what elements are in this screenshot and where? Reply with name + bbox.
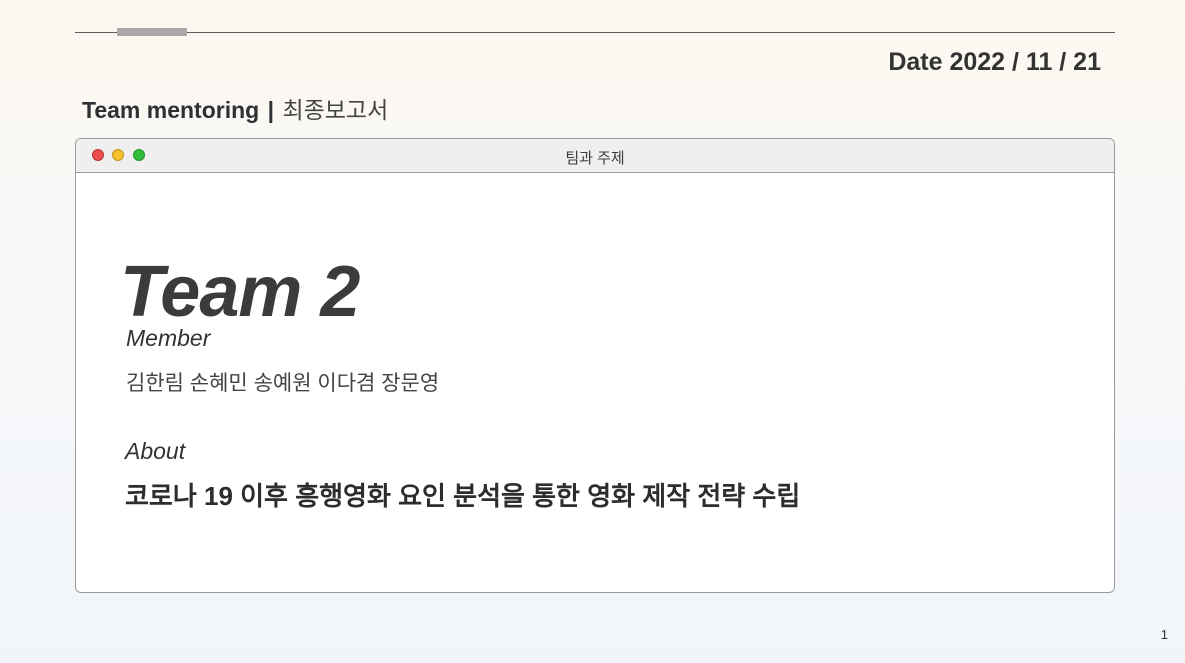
about-label: About [125, 438, 186, 464]
report-title: Team mentoring | 최종보고서 [82, 91, 388, 125]
report-date: Date 2022 / 11 / 21 [888, 48, 1101, 76]
page-number: 1 [1160, 627, 1168, 642]
member-names: 김한림 손혜민 송예원 이다겸 장문영 [126, 372, 440, 395]
report-title-separator: | [267, 97, 275, 123]
report-title-main: Team mentoring [82, 97, 260, 123]
window-title: 팀과 주제 [565, 150, 625, 167]
team-topic-window: 팀과 주제 Team 2 Member 김한림 손혜민 송예원 이다겸 장문영 … [75, 138, 1115, 593]
window-titlebar: 팀과 주제 [76, 139, 1114, 173]
team-name: Team 2 [120, 252, 360, 332]
header-divider-accent [117, 28, 187, 36]
member-label: Member [126, 325, 211, 351]
about-text: 코로나 19 이후 흥행영화 요인 분석을 통한 영화 제작 전략 수립 [125, 481, 801, 511]
report-title-sub: 최종보고서 [282, 97, 389, 123]
header-divider [75, 32, 1115, 33]
